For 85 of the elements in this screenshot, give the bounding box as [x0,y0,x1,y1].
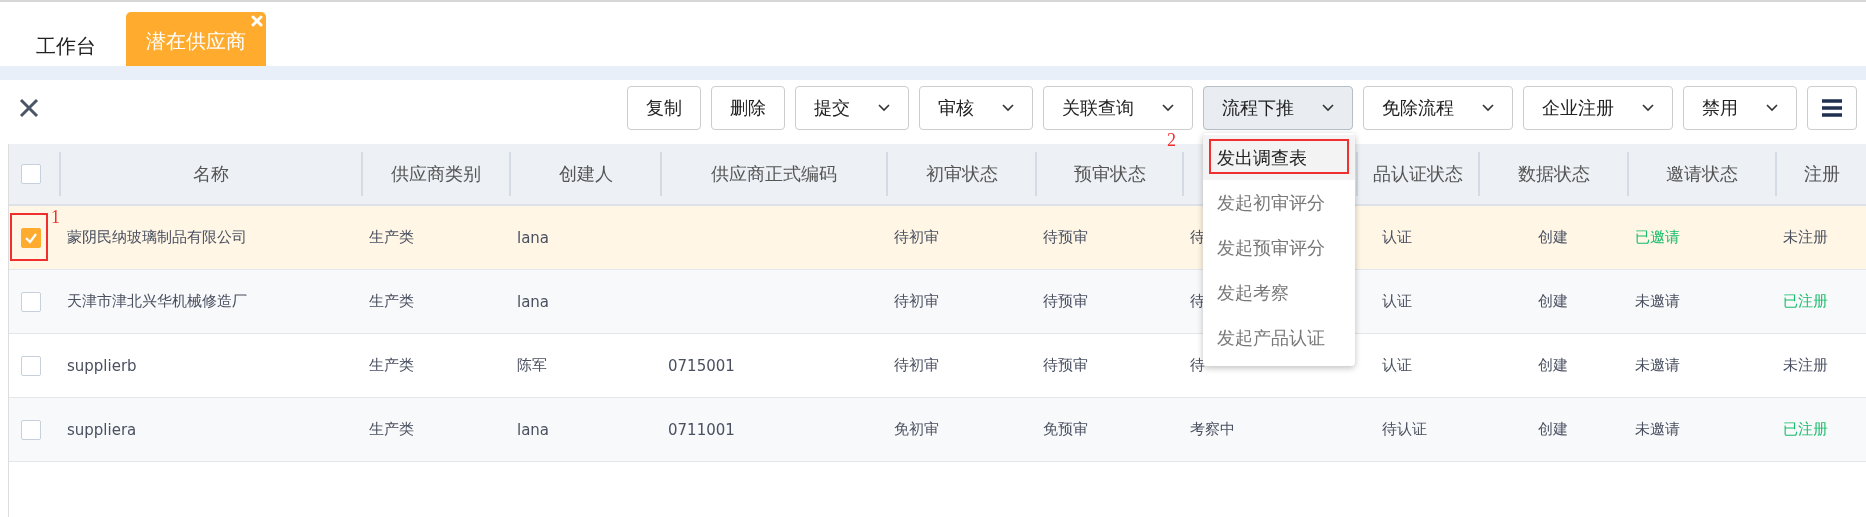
menu-item[interactable]: 发起初审评分 [1203,180,1355,225]
check-icon [24,231,38,244]
column-header: 数据状态 [1517,162,1590,186]
table-cell: 未注册 [1783,356,1828,375]
table-cell: 创建 [1537,356,1568,375]
menu-icon [1822,99,1842,117]
annotation-number: 1 [51,208,60,226]
table-cell: 生产类 [369,356,414,375]
caret-icon [1162,104,1174,112]
toolbar-button[interactable]: 提交 [795,86,909,130]
toolbar-button[interactable]: 免除流程 [1363,86,1513,130]
checkbox[interactable] [21,227,41,248]
table-cell: suppliera [67,420,137,439]
table-cell: lana [517,228,550,247]
column-header: 邀请状态 [1666,162,1738,186]
table-cell: 待预审 [1043,356,1088,375]
column-header: 名称 [193,162,229,186]
table-cell: 已注册 [1783,292,1828,311]
annotation-number: 2 [1167,131,1176,149]
menu-item[interactable]: 发起考察 [1203,270,1355,315]
table-cell: 0715001 [668,356,735,375]
toolbar-button[interactable]: 禁用 [1683,86,1797,130]
table-cell: 待 [1190,228,1205,247]
table-cell: 生产类 [369,292,414,311]
checkbox[interactable] [21,164,41,184]
toolbar-button[interactable]: 流程下推 [1203,86,1353,130]
table-cell: 0711001 [668,420,735,439]
column-header: 品认证状态 [1373,162,1463,186]
table-cell: 待 [1190,292,1205,311]
checkbox[interactable] [21,419,41,440]
column-header: 供应商类别 [391,162,481,186]
table-cell: 创建 [1537,420,1568,439]
table-cell: 待预审 [1043,292,1088,311]
table-cell: 已注册 [1783,420,1828,439]
table-cell: 待预审 [1043,228,1088,247]
table-cell: 考察中 [1190,420,1235,439]
caret-icon [878,104,890,112]
caret-icon [1766,104,1778,112]
tab[interactable]: 工作台 [24,26,108,66]
menu-button[interactable] [1807,86,1857,130]
caret-icon [1642,104,1654,112]
table-cell: 免初审 [894,420,939,439]
table-cell: 待初审 [894,228,939,247]
table-cell: 蒙阴民纳玻璃制品有限公司 [67,228,247,247]
caret-icon [1322,104,1334,112]
table-cell: 未邀请 [1635,356,1680,375]
table-cell: lana [517,420,550,439]
table-cell: 生产类 [369,228,414,247]
table-cell: supplierb [67,356,137,375]
toolbar-button[interactable]: 复制 [627,86,701,130]
table-cell: 天津市津北兴华机械修造厂 [67,292,247,311]
toolbar-button[interactable]: 关联查询 [1043,86,1193,130]
column-header: 初审状态 [925,162,998,186]
caret-icon [1002,104,1014,112]
caret-icon [1482,104,1494,112]
table-cell: lana [517,292,550,311]
table-cell: 待 [1190,356,1205,375]
table-cell: 待初审 [894,292,939,311]
table-cell: 免预审 [1043,420,1088,439]
close-icon[interactable] [18,97,40,119]
table-cell: 认证 [1382,356,1412,375]
column-header: 创建人 [558,162,613,186]
checkbox[interactable] [21,355,41,376]
checkbox[interactable] [21,291,41,312]
table-cell: 待初审 [894,356,939,375]
table-cell: 认证 [1382,228,1412,247]
table-cell: 陈军 [517,356,547,375]
table-cell: 未邀请 [1635,292,1680,311]
table-cell: 未邀请 [1635,420,1680,439]
table-cell: 创建 [1537,292,1568,311]
table-cell: 已邀请 [1635,228,1680,247]
table-cell: 待认证 [1382,420,1427,439]
table-cell: 认证 [1382,292,1412,311]
menu-item[interactable]: 发起预审评分 [1203,225,1355,270]
toolbar-button[interactable]: 审核 [919,86,1033,130]
column-header: 供应商正式编码 [711,162,837,186]
table-cell: 生产类 [369,420,414,439]
table-cell: 未注册 [1783,228,1828,247]
column-header: 注册 [1804,162,1840,186]
toolbar-button[interactable]: 企业注册 [1523,86,1673,130]
toolbar-button[interactable]: 删除 [711,86,785,130]
table-cell: 创建 [1537,228,1568,247]
annotation-box [10,213,48,261]
menu-item[interactable]: 发起产品认证 [1203,315,1355,360]
column-header: 预审状态 [1073,162,1146,186]
